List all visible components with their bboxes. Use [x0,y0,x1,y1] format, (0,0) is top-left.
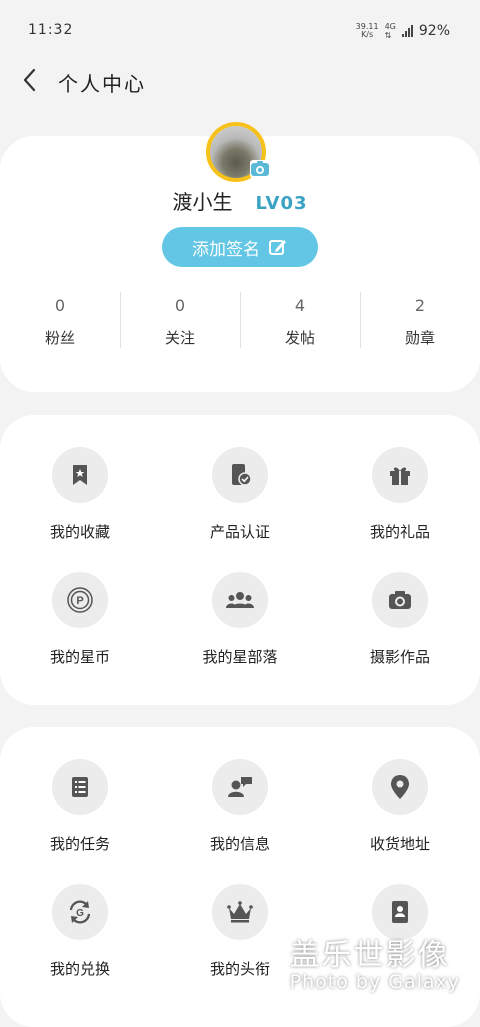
menu-item-gifts[interactable]: 我的礼品 [320,447,480,542]
device-check-icon [232,464,252,486]
menu-item-exchange[interactable]: G 我的兑换 [0,884,160,979]
stat-posts[interactable]: 4 发帖 [240,290,360,350]
header-bar: 个人中心 [0,55,480,105]
menu-item-favorites[interactable]: 我的收藏 [0,447,160,542]
status-bar: 11:32 39.11 K/s 4G ⇅ 92% [0,0,480,60]
menu-item-label: 我的兑换 [49,960,110,978]
menu-item-star-tribe[interactable]: 我的星部落 [160,572,320,667]
group-icon [226,592,254,608]
user-level-badge: LV03 [255,193,308,214]
status-indicators: 39.11 K/s 4G ⇅ 92% [356,22,450,40]
stat-following[interactable]: 0 关注 [120,290,240,350]
watermark-en: Photo by Galaxy [289,971,460,993]
exchange-icon: G [69,900,91,924]
profile-stats: 0 粉丝 0 关注 4 发帖 2 勋章 [0,290,480,350]
stat-label: 勋章 [404,329,435,347]
stat-label: 粉丝 [44,329,75,347]
stat-value: 0 [174,296,186,315]
back-arrow-icon [23,68,36,92]
menu-item-messages[interactable]: 我的信息 [160,759,320,854]
stat-label: 发帖 [284,329,315,347]
menu-item-product-auth[interactable]: 产品认证 [160,447,320,542]
stat-medals[interactable]: 2 勋章 [360,290,480,350]
network-speed: 39.11 K/s [355,22,379,39]
task-list-icon [72,777,88,797]
page-title: 个人中心 [58,72,146,96]
menu-item-label: 我的礼品 [369,523,430,541]
bookmark-star-icon [73,465,87,485]
watermark-cn: 盖乐世影像 [289,938,450,973]
avatar-camera-icon[interactable] [250,160,270,178]
stat-value: 0 [54,296,66,315]
menu-item-address[interactable]: 收货地址 [320,759,480,854]
svg-text:G: G [76,908,84,919]
photo-watermark: 盖乐世影像 Photo by Galaxy [289,938,460,993]
status-time: 11:32 [28,22,74,38]
location-pin-icon [391,775,409,799]
stat-value: 4 [294,296,306,315]
menu-item-label: 产品认证 [209,523,270,541]
menu-item-label: 收货地址 [369,835,430,853]
menu-item-label: 我的任务 [49,835,110,853]
menu-item-label: 我的收藏 [49,523,110,541]
network-type: 4G ⇅ [384,22,396,40]
user-name-row: 渡小生 LV03 [0,186,480,215]
coin-icon: P [67,587,93,613]
edit-icon [269,240,286,255]
stat-fans[interactable]: 0 粉丝 [0,290,120,350]
menu-item-label: 我的星币 [49,648,110,666]
stat-label: 关注 [164,329,195,347]
user-message-icon [228,777,252,797]
camera-icon [389,591,411,609]
user-name: 渡小生 [172,190,233,214]
add-signature-label: 添加签名 [192,239,260,260]
menu-item-label: 我的信息 [209,835,270,853]
add-signature-button[interactable]: 添加签名 [162,227,318,267]
menu-item-label: 摄影作品 [369,648,430,666]
badge-card-icon [392,901,408,923]
gift-icon [390,467,410,485]
battery-level: 92% [418,23,450,39]
menu-item-photography[interactable]: 摄影作品 [320,572,480,667]
signal-icon [401,25,413,37]
crown-icon [227,901,253,923]
back-button[interactable] [16,65,46,95]
menu-item-tasks[interactable]: 我的任务 [0,759,160,854]
menu-item-label: 我的星部落 [202,648,278,666]
menu-item-star-coins[interactable]: P 我的星币 [0,572,160,667]
stat-value: 2 [414,296,426,315]
svg-text:P: P [76,595,83,607]
